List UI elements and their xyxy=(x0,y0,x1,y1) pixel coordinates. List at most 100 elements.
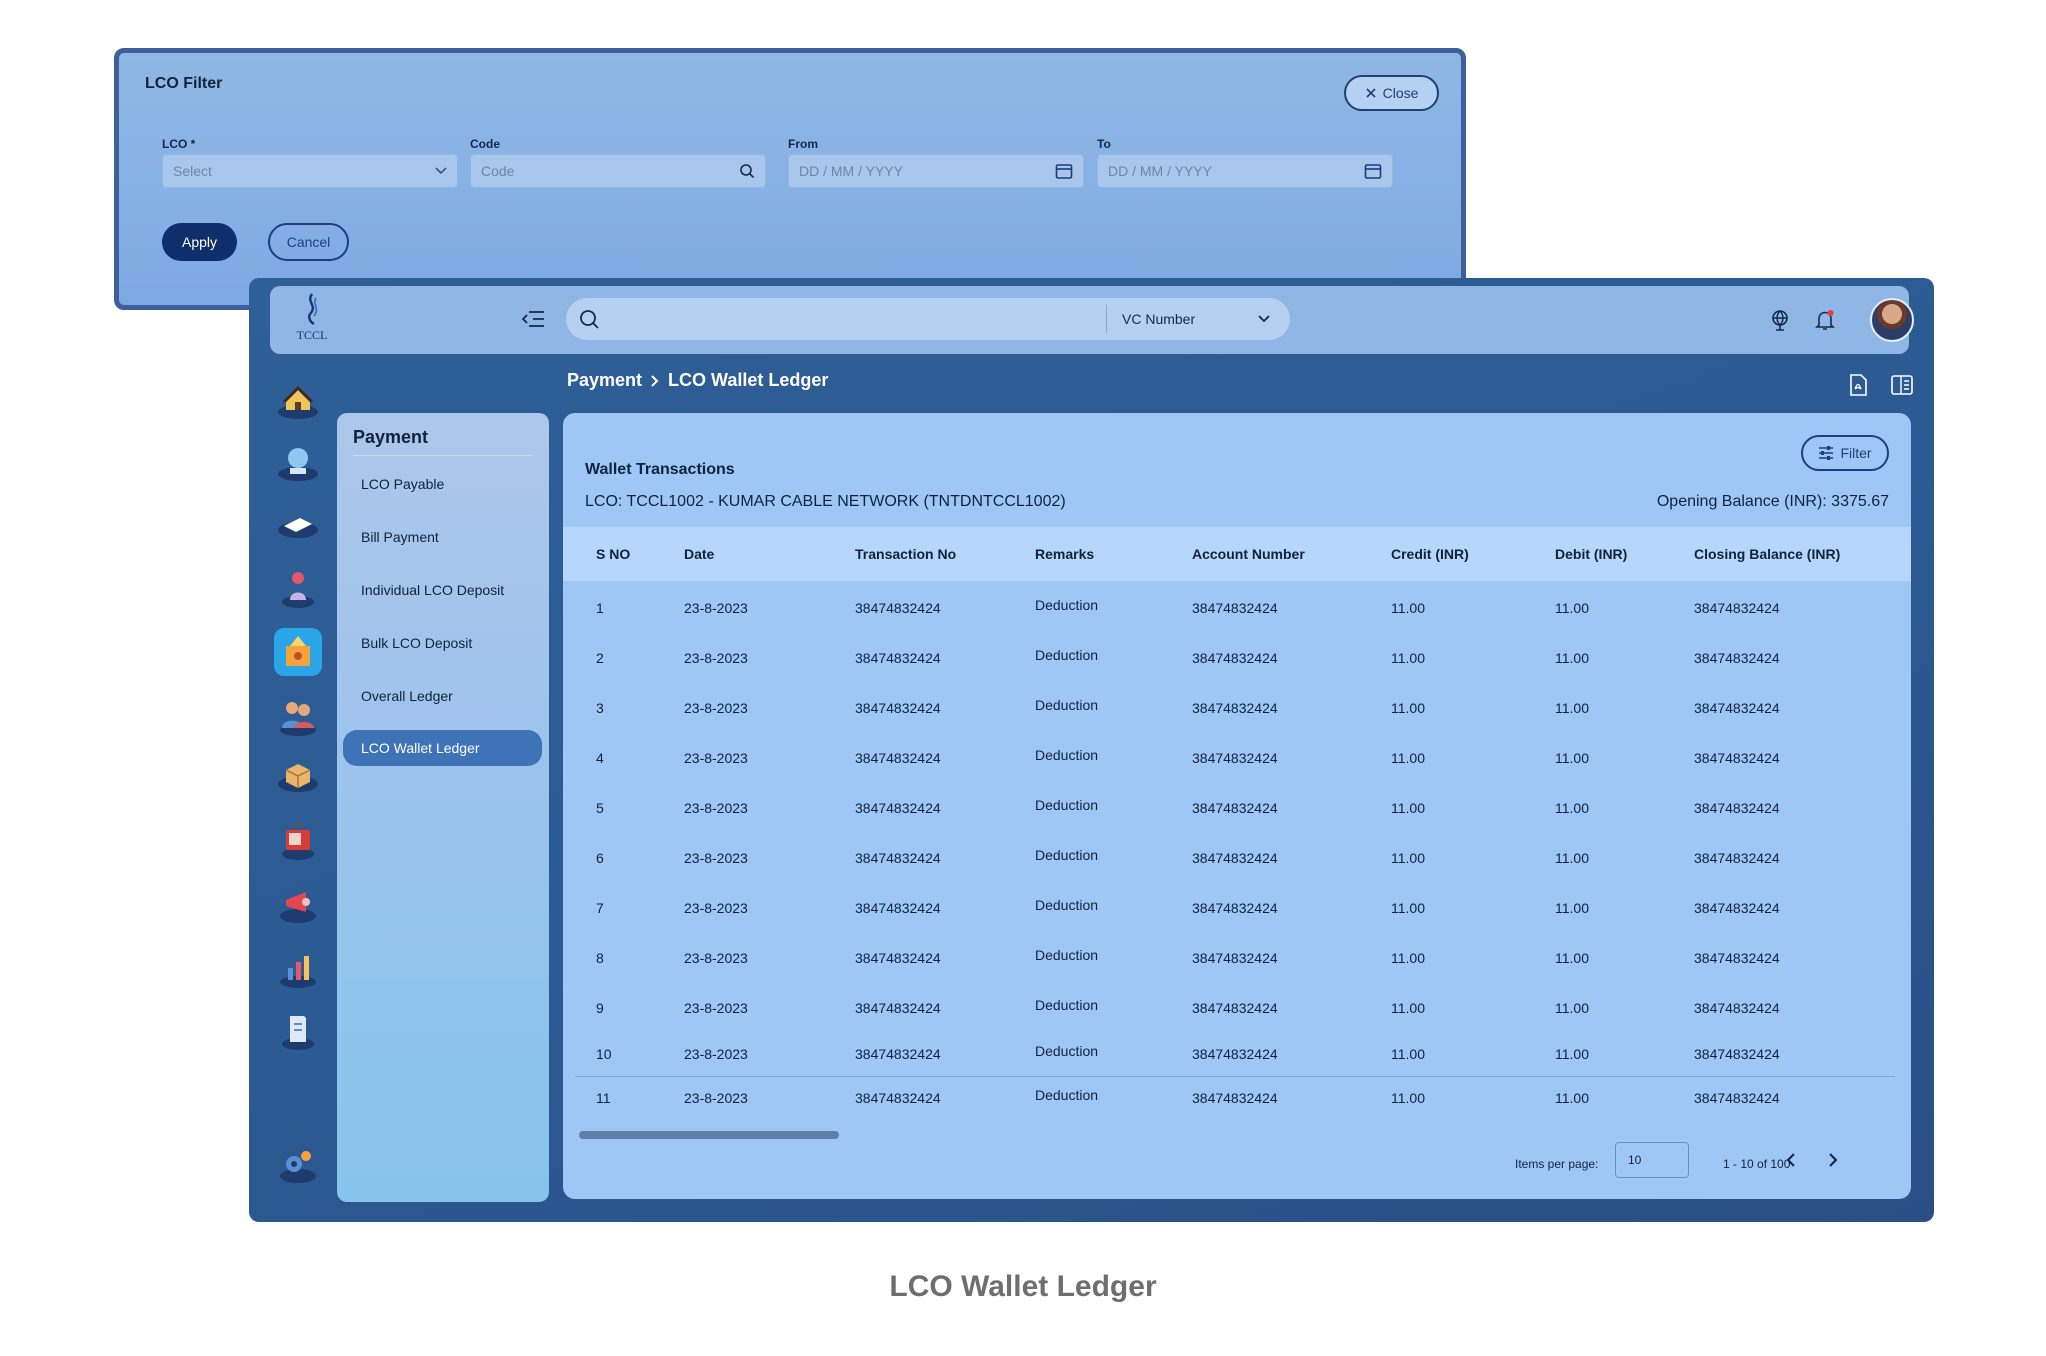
apply-button[interactable]: Apply xyxy=(162,223,237,261)
rail-customers-icon[interactable] xyxy=(274,692,322,740)
table-cell: 23-8-2023 xyxy=(684,900,748,916)
lco-filter-panel: LCO Filter Close LCO * Select Code Code … xyxy=(114,48,1466,310)
close-button[interactable]: Close xyxy=(1344,75,1439,111)
app-window: TCCL VC Number Payment LCO Wallet Ledger xyxy=(249,278,1934,1222)
from-label: From xyxy=(788,137,818,151)
submenu-item-bulk-lco-deposit[interactable]: Bulk LCO Deposit xyxy=(361,635,472,651)
table-cell: Deduction xyxy=(1035,647,1099,663)
table-cell: 11.00 xyxy=(1391,700,1425,716)
cancel-button[interactable]: Cancel xyxy=(268,223,349,261)
filter-button[interactable]: Filter xyxy=(1801,435,1889,471)
rail-documents-icon[interactable] xyxy=(274,1006,322,1054)
table-cell: 38474832424 xyxy=(1192,1000,1278,1016)
breadcrumb: Payment LCO Wallet Ledger xyxy=(567,370,828,391)
table-cell: 23-8-2023 xyxy=(684,800,748,816)
column-header[interactable]: S NO xyxy=(596,546,630,562)
table-cell: 11.00 xyxy=(1555,750,1589,766)
table-row[interactable]: 8 23-8-2023 38474832424 Deduction 3847483242… xyxy=(563,947,1911,997)
table-cell: 5 xyxy=(596,800,604,816)
rail-tv-icon[interactable] xyxy=(274,816,322,864)
table-row[interactable]: 5 23-8-2023 38474832424 Deduction 3847483242… xyxy=(563,797,1911,847)
table-cell: 23-8-2023 xyxy=(684,750,748,766)
column-header[interactable]: Closing Balance (INR) xyxy=(1694,546,1840,562)
table-row[interactable]: 10 23-8-2023 38474832424 Deduction 384748324… xyxy=(563,1043,1911,1093)
globe-icon[interactable] xyxy=(1768,308,1792,332)
table-cell: Deduction xyxy=(1035,697,1099,713)
table-cell: 38474832424 xyxy=(1694,850,1780,866)
table-cell: Deduction xyxy=(1035,1043,1099,1059)
table-row[interactable]: 2 23-8-2023 38474832424 Deduction 3847483242… xyxy=(563,647,1911,697)
breadcrumb-parent[interactable]: Payment xyxy=(567,370,642,391)
rail-reports-icon[interactable] xyxy=(274,944,322,992)
rail-device-icon[interactable] xyxy=(274,502,322,550)
submenu-item-bill-payment[interactable]: Bill Payment xyxy=(361,529,439,545)
submenu-title: Payment xyxy=(353,427,429,447)
table-cell: Deduction xyxy=(1035,997,1099,1013)
to-date-input[interactable]: DD / MM / YYYY xyxy=(1097,154,1393,188)
items-per-page-input[interactable]: 10 xyxy=(1615,1142,1689,1178)
table-row[interactable]: 9 23-8-2023 38474832424 Deduction 3847483242… xyxy=(563,997,1911,1047)
rail-home-icon[interactable] xyxy=(274,376,322,424)
table-row[interactable]: 6 23-8-2023 38474832424 Deduction 3847483242… xyxy=(563,847,1911,897)
column-header[interactable]: Account Number xyxy=(1192,546,1305,562)
filter-sliders-icon xyxy=(1819,446,1834,460)
submenu-item-individual-lco-deposit[interactable]: Individual LCO Deposit xyxy=(361,582,504,598)
lco-info: LCO: TCCL1002 - KUMAR CABLE NETWORK (TNT… xyxy=(585,493,1066,510)
tccl-logo[interactable]: TCCL xyxy=(290,292,334,348)
from-date-input[interactable]: DD / MM / YYYY xyxy=(788,154,1084,188)
row-divider xyxy=(575,1076,1895,1077)
table-cell: 11.00 xyxy=(1391,750,1425,766)
excel-export-icon[interactable] xyxy=(1890,373,1914,397)
table-cell: 11.00 xyxy=(1555,900,1589,916)
table-cell: 23-8-2023 xyxy=(684,1046,748,1062)
code-input[interactable]: Code xyxy=(470,154,766,188)
rail-inventory-icon[interactable] xyxy=(274,752,322,800)
submenu-item-lco-wallet-ledger[interactable]: LCO Wallet Ledger xyxy=(343,730,542,766)
column-header[interactable]: Date xyxy=(684,546,714,562)
bell-icon[interactable] xyxy=(1813,308,1837,332)
global-search[interactable]: VC Number xyxy=(566,298,1290,340)
search-type-select[interactable]: VC Number xyxy=(1122,298,1282,340)
table-cell: 11.00 xyxy=(1555,1000,1589,1016)
lco-placeholder: Select xyxy=(173,163,212,179)
horizontal-scrollbar[interactable] xyxy=(579,1131,839,1139)
calendar-icon[interactable] xyxy=(1055,162,1073,180)
next-page-icon[interactable] xyxy=(1825,1151,1841,1169)
rail-campaign-icon[interactable] xyxy=(274,880,322,928)
table-cell: 23-8-2023 xyxy=(684,950,748,966)
calendar-icon[interactable] xyxy=(1364,162,1382,180)
rail-settings-icon[interactable] xyxy=(274,1140,322,1188)
table-cell: 8 xyxy=(596,950,604,966)
column-header[interactable]: Debit (INR) xyxy=(1555,546,1627,562)
table-row[interactable]: 3 23-8-2023 38474832424 Deduction 3847483242… xyxy=(563,697,1911,747)
chevron-right-icon xyxy=(651,374,659,387)
rail-payment-icon[interactable] xyxy=(274,628,322,676)
column-header[interactable]: Transaction No xyxy=(855,546,956,562)
user-avatar[interactable] xyxy=(1870,298,1914,342)
submenu-item-lco-payable[interactable]: LCO Payable xyxy=(361,476,444,492)
pdf-export-icon[interactable] xyxy=(1847,373,1869,397)
table-cell: 11.00 xyxy=(1391,600,1425,616)
rail-dashboard-icon[interactable] xyxy=(274,438,322,486)
menu-collapse-icon[interactable] xyxy=(521,310,545,328)
table-row[interactable]: 1 23-8-2023 38474832424 Deduction 3847483242… xyxy=(563,597,1911,647)
table-row[interactable]: 4 23-8-2023 38474832424 Deduction 3847483242… xyxy=(563,747,1911,797)
table-cell: 11.00 xyxy=(1555,1090,1589,1106)
filter-label: Filter xyxy=(1840,445,1872,461)
table-cell: 11.00 xyxy=(1555,850,1589,866)
column-header[interactable]: Remarks xyxy=(1035,546,1094,562)
previous-page-icon[interactable] xyxy=(1783,1151,1799,1169)
table-cell: 11.00 xyxy=(1555,950,1589,966)
table-cell: 11 xyxy=(596,1090,611,1106)
table-cell: 38474832424 xyxy=(1192,1090,1278,1106)
table-cell: 38474832424 xyxy=(1192,600,1278,616)
table-cell: 38474832424 xyxy=(1192,950,1278,966)
table-row[interactable]: 11 23-8-2023 38474832424 Deduction 384748324… xyxy=(563,1087,1911,1137)
table-cell: 38474832424 xyxy=(1694,750,1780,766)
table-row[interactable]: 7 23-8-2023 38474832424 Deduction 3847483242… xyxy=(563,897,1911,947)
submenu-item-overall-ledger[interactable]: Overall Ledger xyxy=(361,688,453,704)
column-header[interactable]: Credit (INR) xyxy=(1391,546,1469,562)
lco-select[interactable]: Select xyxy=(162,154,458,188)
table-cell: 38474832424 xyxy=(1192,900,1278,916)
rail-user-icon[interactable] xyxy=(274,564,322,612)
